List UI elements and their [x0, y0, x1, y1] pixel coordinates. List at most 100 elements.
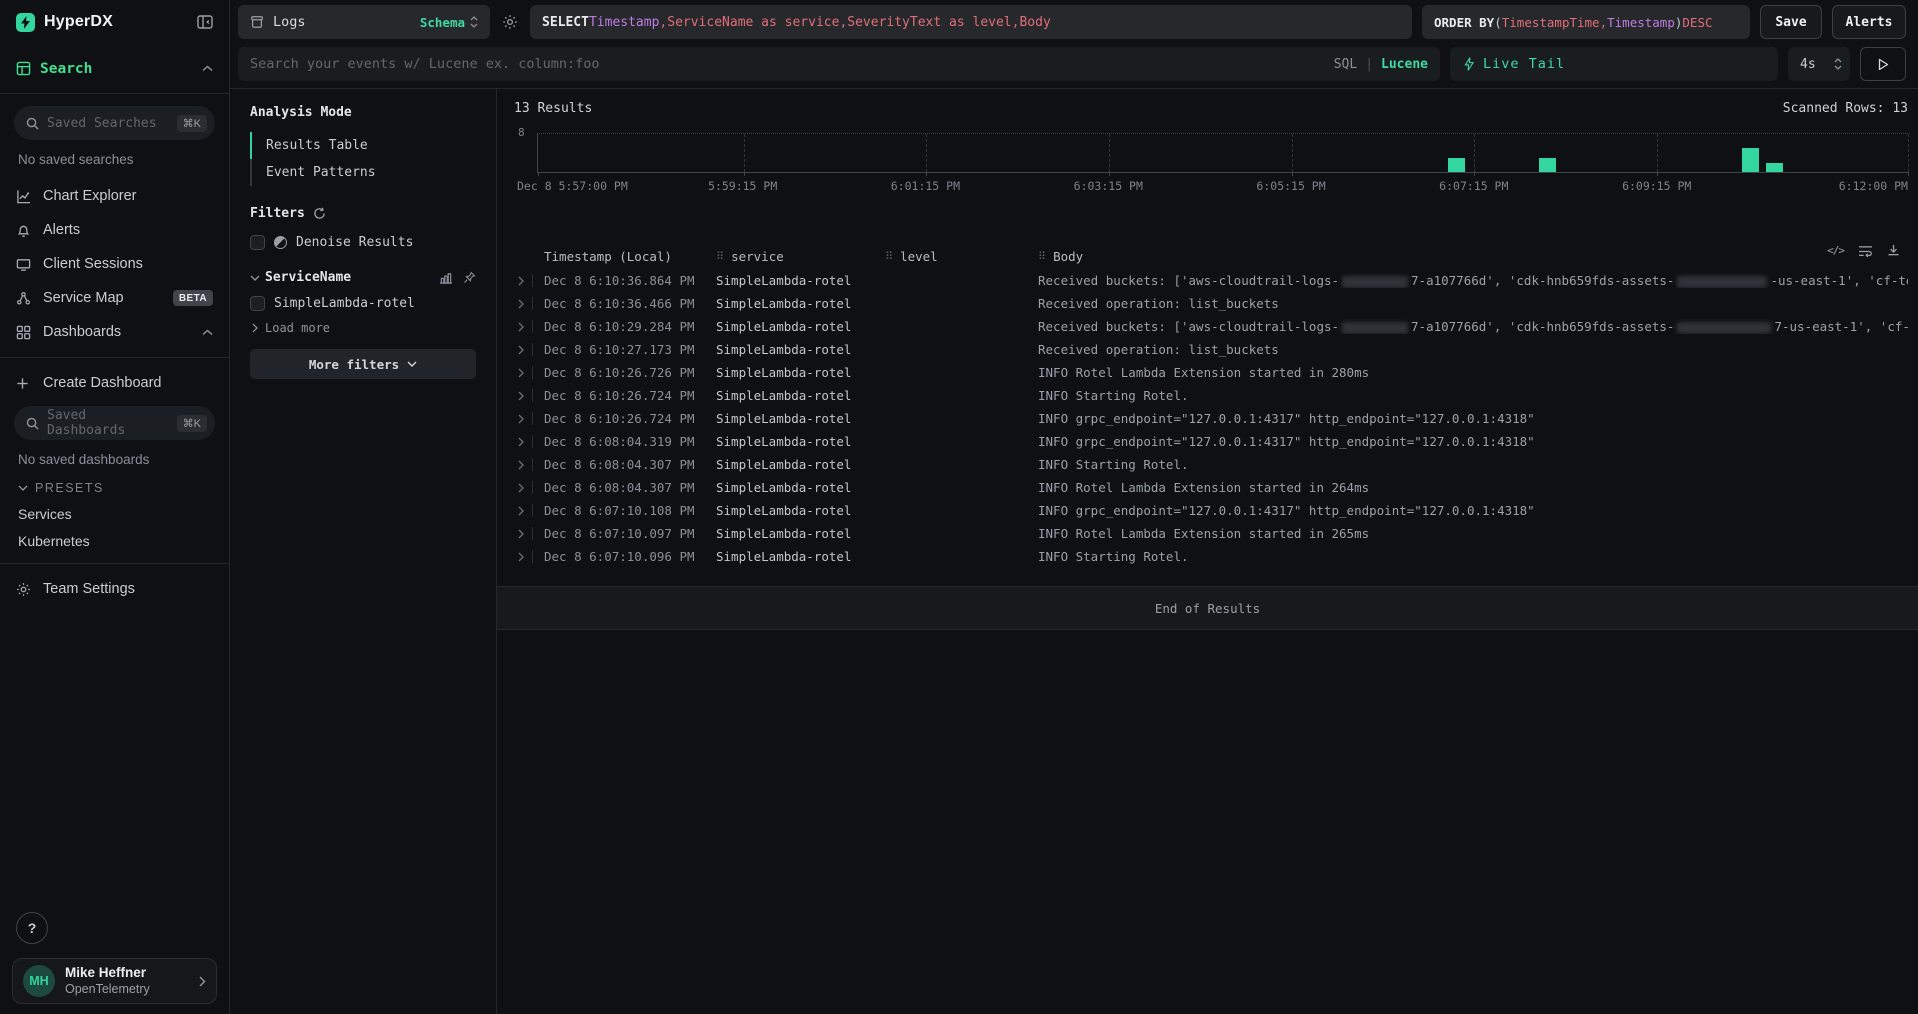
sidebar-item-dashboards[interactable]: Dashboards [0, 315, 229, 349]
expand-row-icon[interactable] [518, 391, 524, 401]
col-timestamp[interactable]: Timestamp (Local) [544, 249, 716, 264]
cell-service: SimpleLambda-rotel [716, 411, 885, 426]
table-row[interactable]: Dec 8 6:08:04.307 PM SimpleLambda-rotel … [514, 453, 1908, 476]
collapse-sidebar-icon[interactable] [197, 15, 213, 29]
column-grip-icon[interactable]: ⠿ [885, 250, 893, 263]
cell-body: INFO Starting Rotel. [1038, 549, 1908, 564]
expand-row-icon[interactable] [518, 299, 524, 309]
select-arrows-icon [1834, 58, 1842, 70]
cell-timestamp: Dec 8 6:10:26.726 PM [544, 365, 716, 380]
app-title: HyperDX [44, 13, 113, 31]
live-tail-label: Live Tail [1483, 56, 1565, 72]
chevron-up-icon[interactable] [202, 65, 213, 72]
preset-kubernetes[interactable]: Kubernetes [0, 522, 229, 549]
user-menu[interactable]: MH Mike Heffner OpenTelemetry [12, 958, 217, 1004]
expand-row-icon[interactable] [518, 529, 524, 539]
order-by-input[interactable]: ORDER BY (TimestampTime, Timestamp) DESC [1422, 5, 1750, 39]
x-tick-label: 6:09:15 PM [1622, 179, 1691, 193]
event-search-input[interactable]: Search your events w/ Lucene ex. column:… [238, 47, 1440, 81]
alerts-button[interactable]: Alerts [1832, 5, 1906, 39]
logo-row: HyperDX [0, 0, 229, 44]
expand-row-icon[interactable] [518, 437, 524, 447]
plus-icon [16, 377, 32, 390]
column-grip-icon[interactable]: ⠿ [716, 250, 724, 263]
table-row[interactable]: Dec 8 6:10:26.726 PM SimpleLambda-rotel … [514, 361, 1908, 384]
table-row[interactable]: Dec 8 6:10:26.724 PM SimpleLambda-rotel … [514, 407, 1908, 430]
histogram-plot[interactable] [537, 133, 1908, 173]
table-row[interactable]: Dec 8 6:10:26.724 PM SimpleLambda-rotel … [514, 384, 1908, 407]
col-body[interactable]: ⠿Body [1038, 249, 1908, 264]
table-row[interactable]: Dec 8 6:10:36.466 PM SimpleLambda-rotel … [514, 292, 1908, 315]
expand-row-icon[interactable] [518, 483, 524, 493]
mode-event-patterns[interactable]: Event Patterns [250, 159, 476, 186]
table-row[interactable]: Dec 8 6:08:04.319 PM SimpleLambda-rotel … [514, 430, 1908, 453]
download-icon[interactable] [1887, 244, 1900, 257]
live-tail-button[interactable]: Live Tail [1450, 47, 1778, 81]
col-service[interactable]: ⠿service [716, 249, 885, 264]
table-row[interactable]: Dec 8 6:10:36.864 PM SimpleLambda-rotel … [514, 269, 1908, 292]
chevron-up-icon[interactable] [202, 329, 213, 336]
mode-results-table[interactable]: Results Table [250, 132, 476, 159]
presets-toggle[interactable]: PRESETS [0, 467, 229, 495]
facet-servicename-header[interactable]: ServiceName [250, 270, 476, 285]
sidebar-item-service-map[interactable]: Service Map BETA [0, 281, 229, 315]
wrap-lines-icon[interactable] [1858, 245, 1873, 257]
cell-body: INFO grpc_endpoint="127.0.0.1:4317" http… [1038, 411, 1908, 426]
expand-row-icon[interactable] [518, 368, 524, 378]
cell-service: SimpleLambda-rotel [716, 365, 885, 380]
run-query-button[interactable] [1860, 47, 1906, 81]
view-sql-icon[interactable]: </> [1827, 244, 1844, 257]
expand-row-icon[interactable] [518, 322, 524, 332]
table-row[interactable]: Dec 8 6:08:04.307 PM SimpleLambda-rotel … [514, 476, 1908, 499]
saved-searches-input[interactable]: Saved Searches ⌘K [14, 106, 215, 140]
sidebar-item-client-sessions[interactable]: Client Sessions [0, 247, 229, 281]
expand-row-icon[interactable] [518, 345, 524, 355]
histogram-bar[interactable] [1448, 158, 1465, 172]
table-row[interactable]: Dec 8 6:07:10.108 PM SimpleLambda-rotel … [514, 499, 1908, 522]
expand-row-icon[interactable] [518, 506, 524, 516]
source-select[interactable]: Logs Schema [238, 5, 490, 39]
denoise-checkbox[interactable] [250, 235, 265, 250]
expand-row-icon[interactable] [518, 414, 524, 424]
more-filters-button[interactable]: More filters [250, 349, 476, 379]
table-row[interactable]: Dec 8 6:10:27.173 PM SimpleLambda-rotel … [514, 338, 1908, 361]
histogram-bar[interactable] [1742, 148, 1759, 172]
facet-value-checkbox[interactable] [250, 296, 265, 311]
preset-services[interactable]: Services [0, 495, 229, 522]
table-row[interactable]: Dec 8 6:10:29.284 PM SimpleLambda-rotel … [514, 315, 1908, 338]
expand-row-icon[interactable] [518, 552, 524, 562]
help-button[interactable]: ? [16, 912, 48, 944]
table-row[interactable]: Dec 8 6:07:10.097 PM SimpleLambda-rotel … [514, 522, 1908, 545]
facet-chart-icon[interactable] [439, 271, 453, 284]
column-grip-icon[interactable]: ⠿ [1038, 250, 1046, 263]
save-button[interactable]: Save [1760, 5, 1822, 39]
table-row[interactable]: Dec 8 6:07:10.096 PM SimpleLambda-rotel … [514, 545, 1908, 568]
source-settings-gear-icon[interactable] [502, 14, 518, 30]
select-query-input[interactable]: SELECT Timestamp, ServiceName as service… [530, 5, 1412, 39]
refresh-interval-select[interactable]: 4s [1788, 47, 1850, 81]
lang-sql-option[interactable]: SQL [1334, 57, 1357, 72]
histogram-bar[interactable] [1766, 163, 1783, 173]
expand-row-icon[interactable] [518, 460, 524, 470]
saved-dashboards-input[interactable]: Saved Dashboards ⌘K [14, 406, 215, 440]
sidebar-item-chart-explorer[interactable]: Chart Explorer [0, 179, 229, 213]
monitor-icon [16, 257, 32, 272]
histogram-bar[interactable] [1539, 158, 1556, 172]
load-more-button[interactable]: Load more [250, 321, 476, 335]
x-tick [744, 172, 745, 176]
lang-lucene-option[interactable]: Lucene [1381, 57, 1428, 72]
create-dashboard-button[interactable]: Create Dashboard [0, 366, 229, 400]
more-filters-label: More filters [309, 357, 399, 372]
expand-row-icon[interactable] [518, 276, 524, 286]
refresh-filters-icon[interactable] [313, 207, 326, 220]
sidebar-item-team-settings[interactable]: Team Settings [0, 570, 229, 608]
sidebar-item-alerts[interactable]: Alerts [0, 213, 229, 247]
col-level[interactable]: ⠿level [885, 249, 1038, 264]
x-tick-label: 6:03:15 PM [1074, 179, 1143, 193]
cell-body: Received operation: list_buckets [1038, 342, 1908, 357]
hyperdx-app: HyperDX Search Saved Searches ⌘K No save… [0, 0, 1918, 1014]
sidebar-item-search[interactable]: Search [0, 44, 229, 94]
events-histogram[interactable]: 8 Dec 8 5:57:00 PM5:59:15 PM6:01:15 PM6:… [514, 133, 1908, 197]
facet-pin-icon[interactable] [463, 271, 476, 284]
schema-button[interactable]: Schema [420, 15, 478, 30]
